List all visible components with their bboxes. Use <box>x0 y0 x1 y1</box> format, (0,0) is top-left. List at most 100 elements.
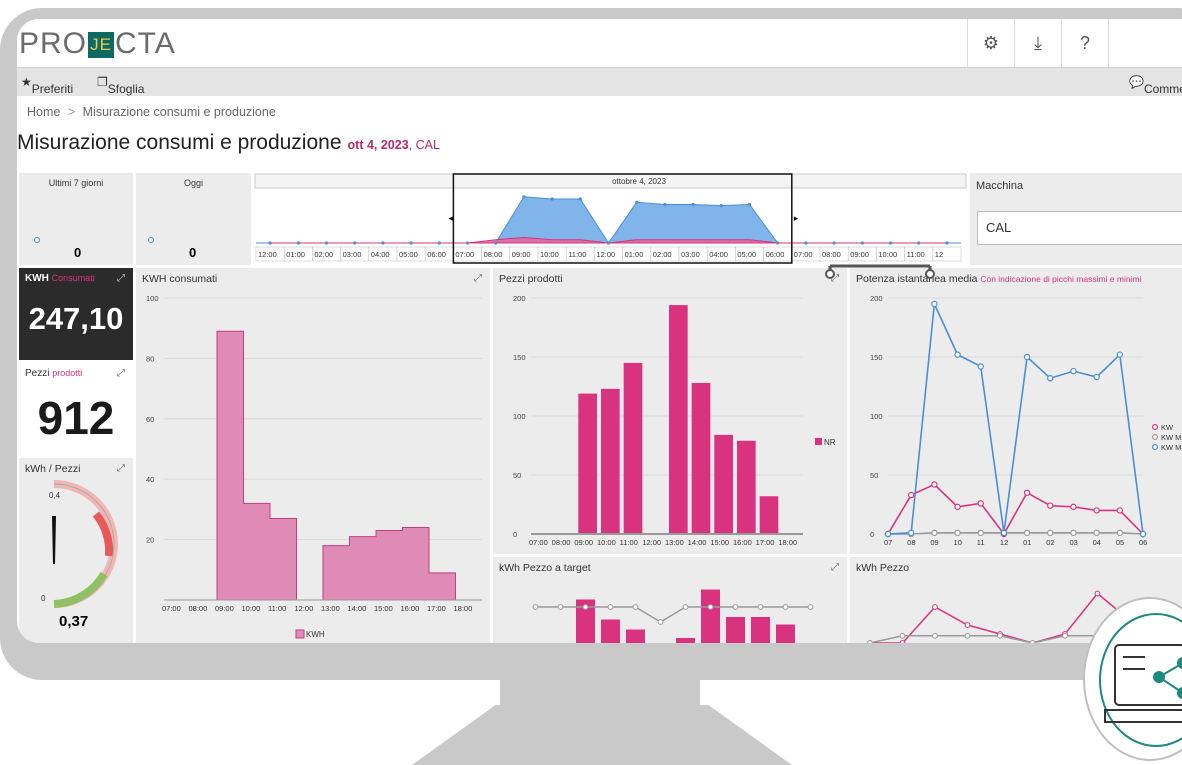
timeline-hour-label: 05:00 <box>737 250 756 259</box>
target-point <box>683 605 688 610</box>
x-tick-label: 18:00 <box>454 604 473 613</box>
topbar-empty <box>1108 19 1182 67</box>
kwh-pezzo-point <box>965 623 970 628</box>
x-tick-label: 12 <box>1000 538 1008 547</box>
x-tick-label: 03 <box>1069 538 1077 547</box>
timeline-hour-label: 11:00 <box>568 250 586 259</box>
timeline-point <box>804 241 807 244</box>
timeline-hour-label: 09:00 <box>512 250 531 259</box>
timeline-hour-label: 01:00 <box>625 250 644 259</box>
timeline-point <box>438 241 441 244</box>
kpi-pezzi-value: 912 <box>19 391 133 445</box>
potenza-point <box>932 301 937 306</box>
target-point <box>708 605 713 610</box>
x-tick-label: 08:00 <box>552 538 571 547</box>
kwh-pezzo-point <box>1030 641 1035 643</box>
timeline-hour-label: 02:00 <box>314 250 333 259</box>
target-point <box>533 605 538 610</box>
last7-tile[interactable]: Ultimi 7 giorni 0 <box>19 173 133 265</box>
timeline-point <box>635 201 638 204</box>
potenza-series-line <box>888 484 1143 534</box>
y-tick-label: 80 <box>146 354 154 363</box>
x-tick-label: 15:00 <box>374 604 393 613</box>
y-tick-label: 0 <box>513 530 517 539</box>
kwh-consumati-panel[interactable]: KWH consumati ⤢ 1008060402007:0008:0009:… <box>136 268 490 643</box>
today-tile[interactable]: Oggi 0 <box>136 173 251 265</box>
timeline-point <box>269 241 272 244</box>
x-tick-label: 11:00 <box>620 538 638 547</box>
menu-sfoglia[interactable]: ❐ Sfoglia <box>97 75 108 89</box>
timeline-point <box>692 203 695 206</box>
x-tick-label: 16:00 <box>401 604 420 613</box>
y-tick-label: 40 <box>146 475 154 484</box>
timeline-point <box>663 203 666 206</box>
timeline-point <box>522 195 525 198</box>
kwh-gauge: 0,4 0 <box>19 476 133 626</box>
expand-icon[interactable]: ⤢ <box>117 368 125 379</box>
breadcrumb-home[interactable]: Home <box>27 105 60 119</box>
timeline-hour-label: 05:00 <box>399 250 418 259</box>
menu-preferiti[interactable]: ★ Preferiti <box>21 75 32 89</box>
kpi-kwh-tile[interactable]: KWH Consumati ⤢ 247,10 <box>19 268 133 360</box>
kwh-pezzo-point <box>868 641 873 643</box>
last7-label: Ultimi 7 giorni <box>19 178 133 188</box>
x-tick-label: 14:00 <box>348 604 367 613</box>
gear-icon[interactable]: ⚙ <box>967 19 1014 67</box>
potenza-point <box>1071 369 1076 374</box>
pezzi-bar <box>714 435 733 534</box>
machine-label: Macchina <box>976 180 1023 192</box>
target-point <box>758 605 763 610</box>
target-point <box>633 605 638 610</box>
menu-comments[interactable]: 💬 Comme <box>1129 75 1144 89</box>
potenza-point <box>1024 354 1029 359</box>
timeline-hour-label: 01:00 <box>286 250 305 259</box>
y-tick-label: 50 <box>513 471 521 480</box>
expand-icon[interactable]: ⤢ <box>117 273 125 284</box>
potenza-point <box>978 364 983 369</box>
timeline-point <box>607 241 610 244</box>
expand-icon[interactable]: ⤢ <box>117 463 125 474</box>
potenza-point <box>1024 530 1029 535</box>
potenza-point <box>1140 531 1145 536</box>
range-handle[interactable] <box>820 260 950 284</box>
machine-select[interactable]: CAL <box>977 211 1182 245</box>
pezzi-bar <box>624 363 643 534</box>
kwh-pezzo-target-panel[interactable]: kWh Pezzo a target ⤢ <box>493 557 847 643</box>
y-tick-label: 200 <box>870 294 883 303</box>
timeline-point <box>381 241 384 244</box>
pezzi-bar <box>601 389 620 534</box>
timeline-point <box>748 203 751 206</box>
timeline-hour-label: 04:00 <box>709 250 728 259</box>
y-tick-label: 200 <box>513 294 526 303</box>
x-tick-label: 16:00 <box>733 538 752 547</box>
machine-panel: Macchina CAL <box>970 173 1182 265</box>
timeline-point <box>861 241 864 244</box>
download-icon[interactable]: ⤓ <box>1014 19 1061 67</box>
y-tick-label: 20 <box>146 536 154 545</box>
timeline-hour-label: 06:00 <box>766 250 785 259</box>
pezzi-prodotti-panel[interactable]: Pezzi prodotti ⤢ 20015010050007:0008:000… <box>493 268 847 554</box>
timeline-point <box>833 241 836 244</box>
timeline-hour-label: 12:00 <box>258 250 277 259</box>
x-tick-label: 13:00 <box>665 538 684 547</box>
x-tick-label: 17:00 <box>756 538 775 547</box>
potenza-point <box>909 492 914 497</box>
potenza-panel[interactable]: Potenza istantanea media Con indicazione… <box>850 268 1182 554</box>
timeline-point <box>776 241 779 244</box>
timeline-navigator[interactable]: ottobre 4, 202312:0001:0002:0003:0004:00… <box>254 173 967 265</box>
kpi-kwh-label: KWH <box>25 273 49 284</box>
timeline-point <box>297 241 300 244</box>
x-tick-label: 07:00 <box>162 604 181 613</box>
kpi-ratio-tile[interactable]: kWh / Pezzi ⤢ 0,4 0 0,37 <box>19 458 133 643</box>
timeline-hour-label: 09:00 <box>850 250 869 259</box>
page-date: ott 4, 2023 <box>348 138 409 152</box>
kpi-ratio-label: kWh / Pezzi <box>25 463 80 475</box>
timeline-point <box>325 241 328 244</box>
app-logo[interactable]: PROJECTA <box>19 27 176 61</box>
breadcrumb-current[interactable]: Misurazione consumi e produzione <box>83 105 276 119</box>
today-point <box>148 237 154 243</box>
x-tick-label: 18:00 <box>778 538 797 547</box>
kpi-pezzi-tile[interactable]: Pezzi prodotti ⤢ 912 <box>19 363 133 455</box>
help-button[interactable]: ? <box>1061 19 1108 67</box>
timeline-chart: ottobre 4, 202312:0001:0002:0003:0004:00… <box>254 173 967 265</box>
